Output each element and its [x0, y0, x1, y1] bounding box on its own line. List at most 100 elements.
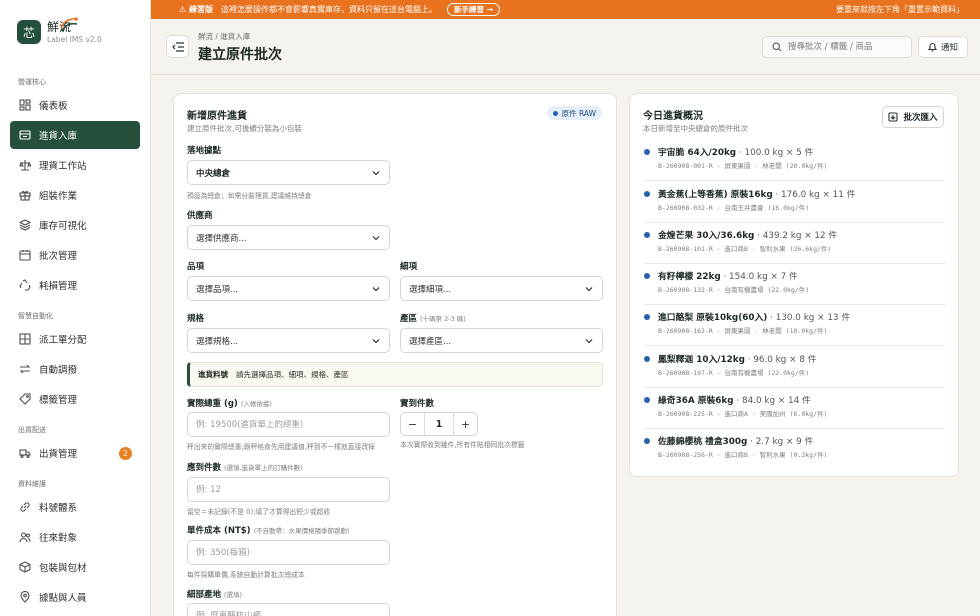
sku-notice-text: 請先選擇品項、細項、規格、產區 [236, 370, 349, 379]
site-label: 落地據點 [187, 146, 222, 156]
expected-qty-input[interactable] [196, 484, 380, 495]
sku-notice-title: 進貨料號 [198, 370, 228, 379]
truck-icon [19, 447, 31, 459]
sidebar-item-sites-staff[interactable]: 據點與人員 [10, 583, 140, 611]
entry-name: 金煌芒果 30入/36.6kg [658, 231, 755, 241]
item-label: 品項 [187, 262, 205, 272]
sidebar-item-label: 料號體系 [39, 503, 78, 514]
sidebar-item-dashboard[interactable]: 儀表板 [10, 91, 140, 119]
cost-hint: (不自動帶：水果價格隨季節跳動) [253, 527, 350, 535]
notifications-label: 通知 [940, 43, 958, 53]
detail-origin-field[interactable] [187, 603, 390, 616]
list-item[interactable]: 綠奇36A 原裝6kg · 84.0 kg × 14 件 B-260908-22… [644, 388, 945, 429]
sidebar-item-shipping[interactable]: 出貨管理 2 [10, 439, 140, 467]
chevron-down-icon [372, 236, 380, 241]
unit-cost-input[interactable] [196, 547, 380, 558]
entry-meta: · 2.7 kg × 9 件 [750, 437, 814, 447]
sidebar-item-labels[interactable]: 標籤管理 [10, 385, 140, 413]
qty-value[interactable]: 1 [424, 413, 454, 435]
sidebar-item-label: 組裝作業 [39, 191, 78, 202]
entry-name: 宇宙脆 64入/20kg [658, 148, 737, 158]
decrement-button[interactable]: − [401, 413, 424, 435]
entry-batch-code: B-260908-225-R · 進口商A · 美國加州 (6.0kg/件) [658, 410, 828, 418]
status-dot-icon [644, 356, 650, 362]
list-item[interactable]: 佐藤錦櫻桃 禮盒300g · 2.7 kg × 9 件 B-260908-256… [644, 429, 945, 470]
sidebar-item-inventory[interactable]: 庫存可視化 [10, 211, 140, 239]
sidebar-item-inbound[interactable]: 進貨入庫 [10, 121, 140, 149]
recycle-icon [19, 279, 31, 291]
sidebar-section-master-data: 資料維護 [18, 480, 46, 488]
entry-batch-code: B-260908-032-R · 台南玉井農會 (16.0kg/件) [658, 204, 810, 212]
search-input[interactable] [788, 42, 898, 52]
status-dot-icon [644, 397, 650, 403]
sidebar-item-packaging[interactable]: 包裝與包材 [10, 553, 140, 581]
sidebar-item-sku-system[interactable]: 料號體系 [10, 493, 140, 521]
shipping-count-badge: 2 [119, 447, 132, 460]
site-selected-value: 中央總倉 [196, 168, 231, 179]
page-header: 鮮流 / 進貨入庫 建立原件批次 通知 [151, 19, 980, 75]
cost-help: 每件採購單價,系統自動計算批次總成本 [187, 571, 305, 579]
global-search[interactable] [762, 36, 912, 58]
chevron-down-icon [372, 339, 380, 344]
search-icon [772, 42, 782, 52]
supplier-select[interactable]: 選擇供應商... [187, 225, 390, 250]
supplier-label: 供應商 [187, 211, 213, 221]
sidebar-item-picking[interactable]: 理貨工作站 [10, 151, 140, 179]
list-item[interactable]: 進口酪梨 原裝10kg(60入) · 130.0 kg × 13 件 B-260… [644, 305, 945, 346]
entry-meta: · 100.0 kg × 5 件 [738, 148, 814, 158]
scale-icon [19, 159, 31, 171]
weight-input[interactable] [196, 419, 380, 430]
sidebar-item-dispatch[interactable]: 派工單分配 [10, 325, 140, 353]
qty-label: 實到件數 [400, 399, 435, 409]
list-item[interactable]: 有籽檸檬 22kg · 154.0 kg × 7 件 B-260908-132-… [644, 264, 945, 305]
batch-import-button[interactable]: 批次匯入 [882, 106, 944, 128]
notifications-button[interactable]: 通知 [918, 36, 968, 58]
tour-button[interactable]: 新手練習 → [446, 3, 500, 16]
sidebar-section-shipping: 出貨配送 [18, 426, 46, 434]
expected-hint: (選填,進貨單上的訂購件數) [224, 464, 303, 472]
expected-qty-field[interactable] [187, 477, 390, 502]
site-select[interactable]: 中央總倉 [187, 160, 390, 185]
list-item[interactable]: 金煌芒果 30入/36.6kg · 439.2 kg × 12 件 B-2609… [644, 223, 945, 264]
entry-name: 有籽檸檬 22kg [658, 272, 721, 282]
sidebar-item-waste[interactable]: 耗損管理 [10, 271, 140, 299]
unit-cost-field[interactable] [187, 540, 390, 565]
sidebar-item-label: 儀表板 [39, 101, 68, 112]
sidebar-item-transfer[interactable]: 自動調撥 [10, 355, 140, 383]
sidebar-toggle-button[interactable] [166, 35, 189, 58]
item-select[interactable]: 選擇品項... [187, 276, 390, 301]
subitem-select[interactable]: 選擇細項... [400, 276, 603, 301]
import-icon [888, 112, 899, 122]
list-item[interactable]: 鳳梨釋迦 10入/12kg · 96.0 kg × 8 件 B-260908-1… [644, 347, 945, 388]
entry-batch-code: B-260908-132-R · 台南有機農場 (22.0kg/件) [658, 286, 810, 294]
origin-select[interactable]: 選擇產區... [400, 328, 603, 353]
dashboard-icon [19, 99, 31, 111]
bell-icon [927, 42, 937, 52]
package-icon [19, 561, 31, 573]
increment-button[interactable]: + [454, 413, 477, 435]
sidebar-item-label: 批次管理 [39, 251, 78, 262]
supplier-placeholder: 選擇供應商... [196, 233, 247, 244]
new-raw-inbound-form: 新增原件進貨 建立原件批次,可後續分裝為小包裝 原件 RAW 落地據點 中央總倉… [173, 93, 617, 616]
sidebar: 芯 鮮流 Label IMS v2.0 營運核心 儀表板 進貨入庫 理貨工作站 … [0, 0, 151, 616]
list-item[interactable]: 黃金蕉(上等香蕉) 原裝16kg · 176.0 kg × 11 件 B-260… [644, 182, 945, 223]
list-item[interactable]: 宇宙脆 64入/20kg · 100.0 kg × 5 件 B-260908-0… [644, 140, 945, 181]
tag-icon [19, 393, 31, 405]
sidebar-item-label: 自動調撥 [39, 365, 78, 376]
sidebar-item-assembly[interactable]: 組裝作業 [10, 181, 140, 209]
page-title: 建立原件批次 [198, 47, 282, 63]
spec-select[interactable]: 選擇規格... [187, 328, 390, 353]
entry-meta: · 176.0 kg × 11 件 [775, 190, 856, 200]
brand-logo: 芯 [17, 20, 41, 44]
status-dot-icon [552, 110, 558, 116]
sidebar-item-partners[interactable]: 往來對象 [10, 523, 140, 551]
entry-batch-code: B-260908-162-R · 屏東果園 · 林老闆 (10.0kg/件) [658, 327, 828, 335]
qty-stepper[interactable]: − 1 + [400, 412, 478, 436]
detail-origin-input[interactable] [196, 610, 380, 616]
sidebar-item-batches[interactable]: 批次管理 [10, 241, 140, 269]
status-dot-icon [644, 191, 650, 197]
sidebar-item-label: 庫存可視化 [39, 221, 87, 232]
brand-leaf-mark-icon [60, 17, 79, 32]
weight-field[interactable] [187, 412, 390, 437]
breadcrumb: 鮮流 / 進貨入庫 [198, 32, 251, 41]
